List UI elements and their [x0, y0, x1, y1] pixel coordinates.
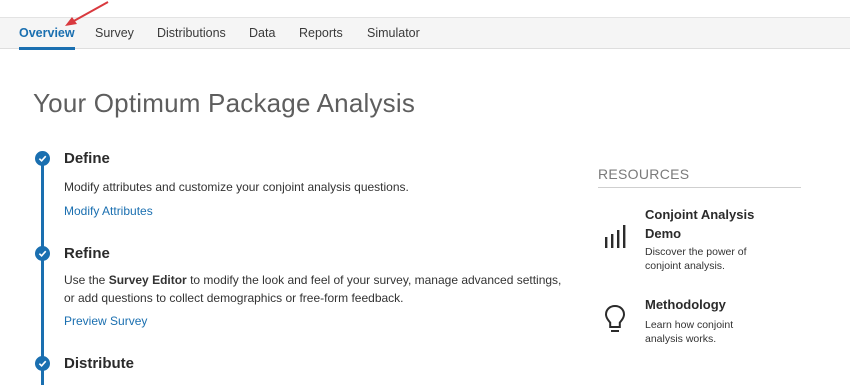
resources-heading: RESOURCES: [598, 166, 801, 188]
timeline-line: [41, 155, 44, 385]
check-icon: [35, 246, 50, 261]
check-icon: [35, 151, 50, 166]
conjoint-demo-link[interactable]: Conjoint Analysis Demo: [645, 205, 775, 243]
check-icon: [35, 356, 50, 371]
step-title-distribute: Distribute: [64, 355, 135, 372]
methodology-desc: Learn how conjoint analysis works.: [645, 319, 734, 345]
top-strip: [0, 0, 850, 17]
tab-distributions[interactable]: Distributions: [157, 18, 226, 49]
modify-attributes-link[interactable]: Modify Attributes: [64, 204, 153, 218]
bar-chart-icon: [605, 225, 626, 248]
tab-simulator[interactable]: Simulator: [367, 18, 420, 49]
page-title: Your Optimum Package Analysis: [33, 88, 416, 118]
step-desc-refine: Use the Survey Editor to modify the look…: [64, 273, 562, 305]
survey-editor-text: Survey Editor: [108, 273, 187, 287]
step-desc-define: Modify attributes and customize your con…: [64, 180, 409, 194]
tab-reports[interactable]: Reports: [299, 18, 343, 49]
top-nav: Overview Survey Distributions Data Repor…: [0, 17, 850, 50]
step-title-refine: Refine: [64, 245, 110, 262]
step-title-define: Define: [64, 150, 110, 167]
tab-data[interactable]: Data: [249, 18, 275, 49]
preview-survey-link[interactable]: Preview Survey: [64, 314, 147, 328]
conjoint-demo-desc: Discover the power of conjoint analysis.: [645, 246, 747, 272]
lightbulb-icon: [604, 304, 626, 332]
annotation-arrow-icon: [65, 1, 109, 26]
methodology-link[interactable]: Methodology: [645, 295, 775, 314]
